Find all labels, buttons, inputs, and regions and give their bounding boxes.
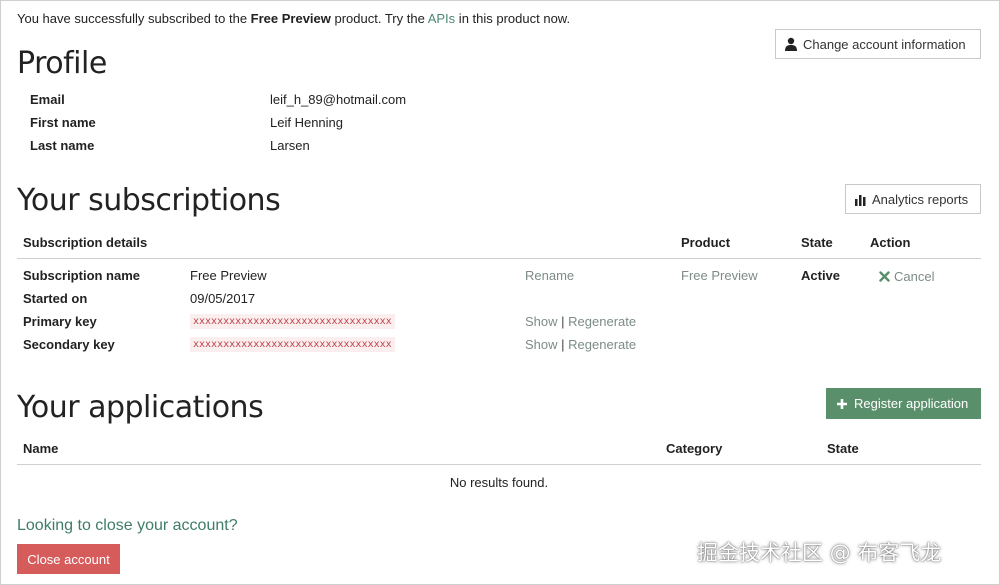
cancel-subscription-button[interactable]: Cancel [879,269,934,284]
subscriptions-title: Your subscriptions [17,183,281,218]
apis-link[interactable]: APIs [428,11,455,26]
secondary-key-separator: | [561,337,565,352]
subscription-name-label: Subscription name [23,268,141,283]
plus-icon [837,398,847,409]
secondary-key-regenerate-link[interactable]: Regenerate [568,337,636,352]
primary-key-label: Primary key [23,314,97,329]
close-account-button[interactable]: Close account [17,544,120,574]
change-account-button[interactable]: Change account information [775,29,981,59]
col-product: Product [681,235,731,250]
profile-last-name-label: Last name [30,138,95,153]
watermark-text: 掘金技术社区 @ 布客飞龙 [697,541,942,565]
close-icon [879,271,890,282]
col-state: State [801,235,833,250]
analytics-reports-label: Analytics reports [872,191,969,207]
started-on-label: Started on [23,291,88,306]
started-on-value: 09/05/2017 [190,291,256,306]
primary-key-value: xxxxxxxxxxxxxxxxxxxxxxxxxxxxxxxxx [190,314,395,329]
col-app-name: Name [23,441,59,456]
profile-email-value: leif_h_89@hotmail.com [270,92,407,107]
profile-first-name-value: Leif Henning [270,115,343,130]
notice-text-middle: product. Try the [330,11,428,26]
applications-title: Your applications [17,390,264,425]
page-frame [0,0,1000,585]
col-app-category: Category [666,441,723,456]
profile-last-name-value: Larsen [270,138,310,153]
primary-key-regenerate-link[interactable]: Regenerate [568,314,636,329]
rename-link[interactable]: Rename [525,268,574,283]
notice-text: You have successfully subscribed to the [17,11,251,26]
user-icon [785,37,797,51]
change-account-label: Change account information [803,36,966,52]
subscriptions-header-divider [17,258,981,259]
notice-text-suffix: in this product now. [455,11,571,26]
close-account-prompt: Looking to close your account? [17,517,238,534]
col-action: Action [870,235,911,250]
profile-email-label: Email [30,92,65,107]
secondary-key-label: Secondary key [23,337,115,352]
subscription-notice: You have successfully subscribed to the … [17,11,570,26]
secondary-key-value: xxxxxxxxxxxxxxxxxxxxxxxxxxxxxxxxx [190,337,395,352]
register-application-button[interactable]: Register application [826,388,981,419]
applications-empty-message: No results found. [449,475,549,490]
profile-first-name-label: First name [30,115,96,130]
primary-key-show-link[interactable]: Show [525,314,558,329]
profile-title: Profile [17,46,107,81]
state-value: Active [801,268,841,283]
col-subscription-details: Subscription details [23,235,148,250]
product-link[interactable]: Free Preview [681,268,758,283]
subscription-name-value: Free Preview [190,268,267,283]
applications-header-divider [17,464,981,465]
secondary-key-actions: Show | Regenerate [525,337,636,352]
register-application-label: Register application [854,396,969,411]
analytics-reports-button[interactable]: Analytics reports [845,184,981,214]
secondary-key-show-link[interactable]: Show [525,337,558,352]
notice-product: Free Preview [250,11,331,26]
cancel-label: Cancel [894,269,935,284]
bar-chart-icon [855,194,866,206]
col-app-state: State [827,441,859,456]
primary-key-actions: Show | Regenerate [525,314,636,329]
primary-key-separator: | [561,314,565,329]
